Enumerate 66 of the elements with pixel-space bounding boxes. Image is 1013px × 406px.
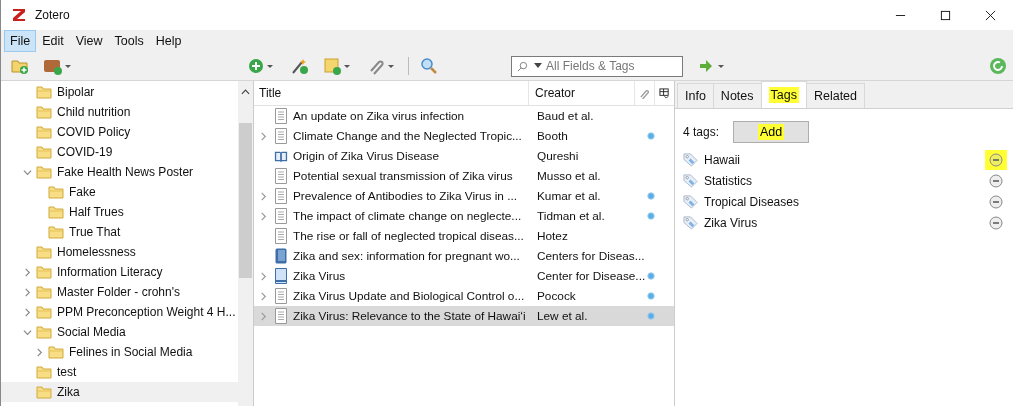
collection-item[interactable]: Information Literacy bbox=[1, 262, 238, 282]
item-row[interactable]: Prevalence of Antibodies to Zika Virus in ... Kumar et al. bbox=[254, 186, 674, 206]
column-header[interactable]: Title bbox=[254, 81, 529, 105]
item-title: An update on Zika virus infection bbox=[293, 109, 466, 123]
item-row[interactable]: Zika and sex: information for pregnant wo... Centers for Diseas... bbox=[254, 246, 674, 266]
collection-item[interactable]: Social Media bbox=[1, 322, 238, 342]
item-creator: Musso et al. bbox=[537, 169, 602, 183]
item-row[interactable]: Origin of Zika Virus Disease Qureshi bbox=[254, 146, 674, 166]
item-title: Potential sexual transmission of Zika virus bbox=[293, 169, 514, 183]
collection-item[interactable]: COVID-19 bbox=[1, 142, 238, 162]
collection-item[interactable]: Homelessness bbox=[1, 242, 238, 262]
item-creator: Booth bbox=[537, 129, 569, 143]
item-creator: Hotez bbox=[537, 229, 569, 243]
item-title: Prevalence of Antibodies to Zika Virus in ... bbox=[293, 189, 519, 203]
tab[interactable]: Info bbox=[677, 83, 714, 108]
item-title: Origin of Zika Virus Disease bbox=[293, 149, 440, 163]
item-row[interactable]: Potential sexual transmission of Zika virus Musso et al. bbox=[254, 166, 674, 186]
tag-label[interactable]: Hawaii bbox=[704, 152, 985, 167]
collection-item[interactable]: True That bbox=[1, 222, 238, 242]
menu-item[interactable]: Edit bbox=[36, 30, 70, 52]
menu-item[interactable]: File bbox=[4, 30, 37, 52]
menu-item[interactable]: Help bbox=[149, 30, 188, 52]
item-creator: Tidman et al. bbox=[537, 209, 606, 223]
collection-item[interactable]: Felines in Social Media bbox=[1, 342, 238, 362]
collection-item[interactable]: test bbox=[1, 362, 238, 382]
item-row[interactable]: Zika Virus: Relevance to the State of Hawaiʻi Lew et al. bbox=[254, 306, 674, 326]
item-creator: Pocock bbox=[537, 289, 577, 303]
collection-item[interactable]: COVID Policy bbox=[1, 122, 238, 142]
window-title: Zotero bbox=[35, 8, 70, 22]
collection-item[interactable]: Zika bbox=[1, 382, 238, 402]
menu-item[interactable]: Tools bbox=[108, 30, 150, 52]
item-title: Climate Change and the Neglected Tropic... bbox=[293, 129, 523, 143]
item-creator: Lew et al. bbox=[537, 309, 589, 323]
tab[interactable]: Tags bbox=[760, 81, 807, 108]
add-button[interactable]: Add bbox=[733, 121, 810, 143]
collection-item[interactable]: Fake Health News Poster bbox=[1, 162, 238, 182]
collection-item[interactable]: Fake bbox=[1, 182, 238, 202]
item-title: Zika Virus bbox=[293, 269, 347, 283]
item-title: Zika and sex: information for pregnant wo... bbox=[293, 249, 521, 263]
item-row[interactable]: Climate Change and the Neglected Tropic... Booth bbox=[254, 126, 674, 146]
collection-item[interactable]: Master Folder - crohn's bbox=[1, 282, 238, 302]
column-header[interactable]: Creator bbox=[529, 81, 635, 105]
item-row[interactable]: Zika Virus Update and Biological Control o... Pocock bbox=[254, 286, 674, 306]
tab[interactable]: Related bbox=[805, 83, 865, 108]
search-box[interactable]: All Fields & Tags bbox=[511, 55, 683, 77]
item-row[interactable]: The impact of climate change on neglecte... Tidman et al. bbox=[254, 206, 674, 226]
item-title: The rise or fall of neglected tropical diseas... bbox=[293, 229, 525, 243]
tag-label[interactable]: Statistics bbox=[704, 173, 985, 188]
item-title: The impact of climate change on neglecte... bbox=[293, 209, 523, 223]
collection-item[interactable]: Bipolar bbox=[1, 82, 238, 102]
item-creator: Baud et al. bbox=[537, 109, 595, 123]
item-title: Zika Virus: Relevance to the State of Hawaiʻi bbox=[293, 309, 527, 323]
item-row[interactable]: An update on Zika virus infection Baud et al. bbox=[254, 106, 674, 126]
tag-label[interactable]: Tropical Diseases bbox=[704, 194, 985, 209]
item-row[interactable]: Zika Virus Center for Disease... bbox=[254, 266, 674, 286]
item-title: Zika Virus Update and Biological Control o... bbox=[293, 289, 526, 303]
search-field[interactable]: All Fields & Tags bbox=[546, 59, 666, 73]
item-creator: Kumar et al. bbox=[537, 189, 602, 203]
collection-item[interactable]: Half Trues bbox=[1, 202, 238, 222]
collection-item[interactable]: Child nutrition bbox=[1, 102, 238, 122]
menu-item[interactable]: View bbox=[69, 30, 109, 52]
tag-label[interactable]: Zika Virus bbox=[704, 215, 985, 230]
item-row[interactable]: The rise or fall of neglected tropical diseas... Hotez bbox=[254, 226, 674, 246]
item-creator: Qureshi bbox=[537, 149, 580, 163]
tag-count: 4 tags: bbox=[683, 125, 720, 139]
collection-item[interactable]: PPM Preconception Weight 4 H... bbox=[1, 302, 238, 322]
